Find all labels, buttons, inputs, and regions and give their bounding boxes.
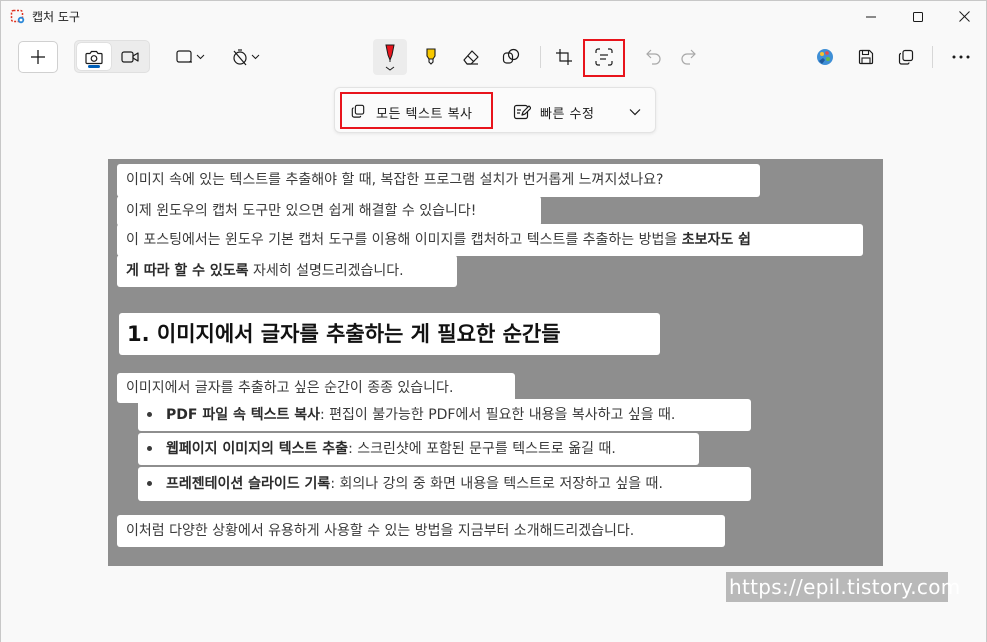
eraser-button[interactable] bbox=[455, 41, 487, 73]
quick-redact-dropdown[interactable] bbox=[622, 99, 648, 125]
text-line-content: 자세히 설명드리겠습니다. bbox=[248, 263, 404, 279]
text-line[interactable]: 이처럼 다양한 상황에서 유용하게 사용할 수 있는 방법을 지금부터 소개해드… bbox=[117, 515, 725, 547]
toolbar-divider bbox=[932, 46, 933, 68]
close-button[interactable] bbox=[941, 1, 987, 32]
quick-redact-icon bbox=[513, 104, 531, 120]
heading-text: 1. 이미지에서 글자를 추출하는 게 필요한 순간들 bbox=[127, 322, 561, 346]
chevron-down-icon bbox=[629, 109, 641, 116]
bullet-bold: PDF 파일 속 텍스트 복사 bbox=[166, 407, 320, 423]
title-bar: 캡처 도구 bbox=[1, 1, 986, 32]
maximize-button[interactable] bbox=[895, 1, 941, 32]
canvas: 모든 텍스트 복사 빠른 수정 이미지 속에 있는 텍스트를 추출해야 할 때,… bbox=[1, 80, 986, 642]
minimize-button[interactable] bbox=[848, 1, 894, 32]
text-line-content: 이제 윈도우의 캡처 도구만 있으면 쉽게 해결할 수 있습니다! bbox=[126, 203, 477, 219]
redo-button[interactable] bbox=[672, 41, 704, 73]
video-mode-button[interactable] bbox=[113, 43, 147, 70]
camera-icon bbox=[85, 50, 103, 64]
more-icon bbox=[952, 55, 970, 59]
shapes-button[interactable] bbox=[495, 41, 527, 73]
new-snip-button[interactable] bbox=[18, 41, 58, 73]
shapes-icon bbox=[502, 48, 520, 64]
bullet-text: : 회의나 강의 중 화면 내용을 텍스트로 저장하고 싶을 때. bbox=[330, 476, 663, 492]
bullet-text: : 스크린샷에 포함된 문구를 텍스트로 옮길 때. bbox=[348, 441, 616, 457]
section-heading[interactable]: 1. 이미지에서 글자를 추출하는 게 필요한 순간들 bbox=[119, 313, 660, 355]
copy-button[interactable] bbox=[890, 41, 922, 73]
save-button[interactable] bbox=[850, 41, 882, 73]
quick-redact-button[interactable]: 빠른 수정 bbox=[510, 95, 620, 129]
delay-timer-dropdown[interactable] bbox=[223, 41, 267, 73]
bullet-item[interactable]: 웹페이지 이미지의 텍스트 추출: 스크린샷에 포함된 문구를 텍스트로 옮길 … bbox=[138, 433, 699, 465]
no-delay-timer-icon bbox=[232, 49, 247, 66]
paint-palette-icon bbox=[817, 49, 833, 65]
plus-icon bbox=[31, 50, 45, 64]
close-icon bbox=[958, 11, 970, 22]
bullet-bold: 프레젠테이션 슬라이드 기록 bbox=[166, 476, 331, 492]
video-camera-icon bbox=[121, 50, 139, 63]
window-title: 캡처 도구 bbox=[32, 10, 80, 24]
text-line[interactable]: 이제 윈도우의 캡처 도구만 있으면 쉽게 해결할 수 있습니다! bbox=[117, 196, 541, 226]
active-mode-indicator bbox=[88, 65, 100, 68]
text-line-content: 이미지 속에 있는 텍스트를 추출해야 할 때, 복잡한 프로그램 설치가 번거… bbox=[126, 172, 664, 188]
bullet-item[interactable]: PDF 파일 속 텍스트 복사: 편집이 불가능한 PDF에서 필요한 내용을 … bbox=[138, 399, 751, 431]
crop-button[interactable] bbox=[548, 41, 580, 73]
redo-icon bbox=[681, 49, 696, 65]
text-line[interactable]: 이미지 속에 있는 텍스트를 추출해야 할 때, 복잡한 프로그램 설치가 번거… bbox=[117, 164, 760, 197]
text-line-bold: 게 따라 할 수 있도록 bbox=[126, 263, 249, 279]
toolbar bbox=[1, 32, 986, 80]
text-line-content: 이미지에서 글자를 추출하고 싶은 순간이 종종 있습니다. bbox=[126, 380, 454, 396]
chevron-down-icon bbox=[196, 54, 204, 60]
snip-shape-dropdown[interactable] bbox=[168, 41, 212, 73]
ballpoint-pen-button[interactable] bbox=[373, 39, 407, 75]
rectangle-snip-icon bbox=[175, 50, 192, 63]
bullet-item[interactable]: 프레젠테이션 슬라이드 기록: 회의나 강의 중 화면 내용을 텍스트로 저장하… bbox=[138, 467, 751, 501]
minimize-icon bbox=[866, 16, 876, 17]
photo-mode-button[interactable] bbox=[77, 43, 111, 70]
text-actions-bar: 모든 텍스트 복사 빠른 수정 bbox=[334, 87, 656, 133]
chevron-down-icon bbox=[251, 54, 259, 60]
toolbar-divider bbox=[540, 46, 541, 68]
undo-button[interactable] bbox=[638, 41, 670, 73]
highlighter-icon bbox=[426, 48, 436, 65]
bullet-dot bbox=[147, 480, 152, 486]
text-line[interactable]: 이 포스팅에서는 윈도우 기본 캡처 도구를 이용해 이미지를 캡처하고 텍스트… bbox=[117, 224, 863, 256]
bullet-text: : 편집이 불가능한 PDF에서 필요한 내용을 복사하고 싶을 때. bbox=[319, 407, 676, 423]
captured-image: 이미지 속에 있는 텍스트를 추출해야 할 때, 복잡한 프로그램 설치가 번거… bbox=[108, 159, 883, 566]
text-actions-highlight bbox=[583, 39, 625, 77]
snipping-tool-app-icon bbox=[10, 9, 26, 25]
text-line-content: 이처럼 다양한 상황에서 유용하게 사용할 수 있는 방법을 지금부터 소개해드… bbox=[126, 523, 635, 539]
bullet-dot bbox=[147, 445, 152, 451]
undo-icon bbox=[646, 49, 661, 65]
snipping-tool-window: 캡처 도구 모든 텍스트 복사 빠른 수정 이미지 속에 있는 텍스트를 추출해… bbox=[0, 0, 987, 642]
copy-all-text-highlight bbox=[340, 92, 493, 129]
text-line[interactable]: 게 따라 할 수 있도록 자세히 설명드리겠습니다. bbox=[117, 255, 457, 287]
save-icon bbox=[858, 49, 874, 65]
eraser-icon bbox=[463, 50, 479, 65]
text-line-bold: 초보자도 쉽 bbox=[681, 232, 752, 248]
more-options-button[interactable] bbox=[945, 41, 977, 73]
ballpoint-pen-icon bbox=[385, 44, 395, 71]
maximize-icon bbox=[913, 11, 923, 22]
blog-watermark: https://epil.tistory.com bbox=[726, 572, 960, 602]
edit-in-paint-button[interactable] bbox=[809, 41, 841, 73]
capture-mode-toggle bbox=[74, 40, 150, 73]
bullet-bold: 웹페이지 이미지의 텍스트 추출 bbox=[166, 441, 349, 457]
copy-icon bbox=[898, 49, 914, 65]
bullet-dot bbox=[147, 411, 152, 417]
text-line-content: 이 포스팅에서는 윈도우 기본 캡처 도구를 이용해 이미지를 캡처하고 텍스트… bbox=[126, 232, 682, 248]
crop-icon bbox=[556, 49, 572, 65]
highlighter-button[interactable] bbox=[415, 41, 447, 73]
quick-redact-label: 빠른 수정 bbox=[540, 107, 595, 122]
